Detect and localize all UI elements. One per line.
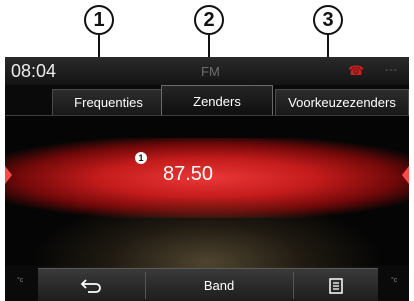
back-button[interactable] <box>38 269 144 301</box>
band-label: Band <box>203 278 235 293</box>
band-button[interactable]: Band <box>146 269 292 301</box>
left-temperature-unit: °c <box>17 277 24 284</box>
callout-1: 1 <box>84 5 114 35</box>
status-bar: 08:04 FM ☎ --- <box>5 57 409 85</box>
head-unit-screen: 08:04 FM ☎ --- Frequenties Zenders Voork… <box>5 57 409 301</box>
right-temperature-unit: °c <box>391 277 398 284</box>
clock: 08:04 <box>11 61 57 81</box>
callout-3: 3 <box>313 5 343 35</box>
tune-right-arrow-icon[interactable] <box>402 166 409 184</box>
tune-left-arrow-icon[interactable] <box>5 166 12 184</box>
phone-icon[interactable]: ☎ <box>348 63 364 79</box>
tab-frequenties[interactable]: Frequenties <box>52 89 165 115</box>
tab-voorkeuzezenders[interactable]: Voorkeuzezenders <box>275 89 409 115</box>
tuner-display[interactable]: 1 87.50 <box>5 116 409 301</box>
signal-icon: --- <box>385 65 398 76</box>
callout-2: 2 <box>194 5 224 35</box>
list-menu-icon <box>329 277 343 294</box>
bottom-action-bar: Band <box>38 268 378 301</box>
menu-button[interactable] <box>294 269 378 301</box>
frequency-value: 87.50 <box>163 163 214 185</box>
audio-source: FM <box>201 64 220 79</box>
tab-bar: Frequenties Zenders Voorkeuzezenders <box>5 85 409 116</box>
tab-zenders[interactable]: Zenders <box>161 85 273 116</box>
back-arrow-icon <box>80 278 101 293</box>
station-marker: 1 <box>135 152 147 164</box>
